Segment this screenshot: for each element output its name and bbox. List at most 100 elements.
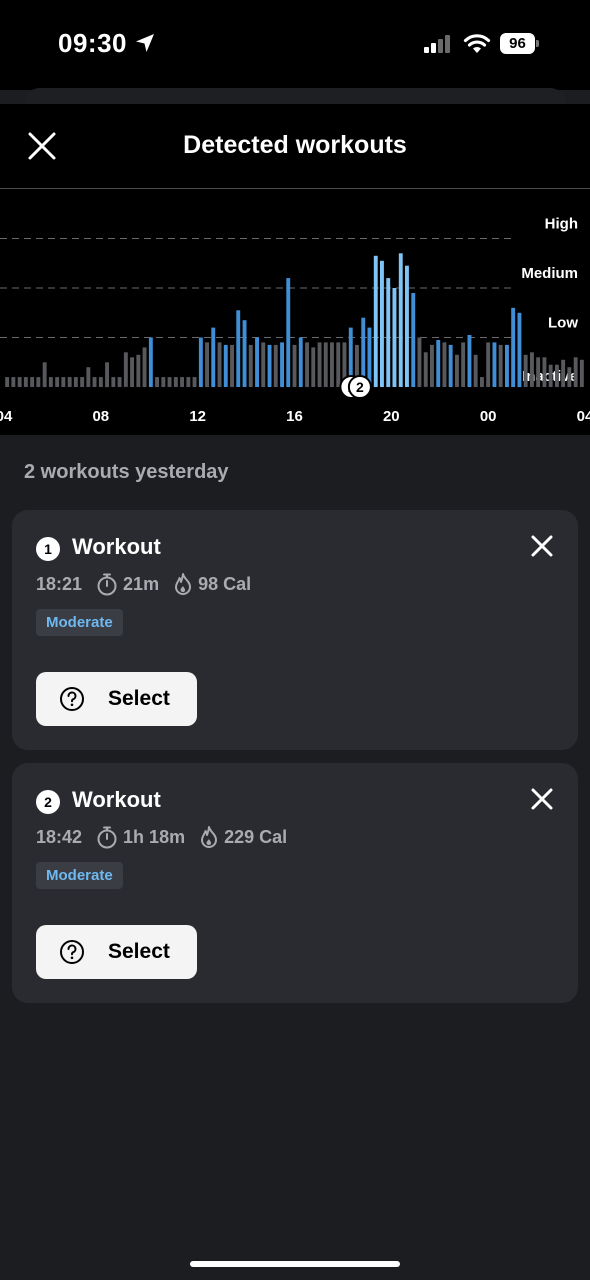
status-bar: 09:30 96 bbox=[0, 0, 590, 90]
activity-bar bbox=[92, 377, 97, 387]
activity-bar bbox=[248, 344, 253, 387]
activity-bar bbox=[405, 265, 409, 387]
activity-bar bbox=[436, 340, 441, 387]
activity-bar bbox=[73, 377, 78, 387]
activity-bar bbox=[142, 347, 147, 387]
activity-bar bbox=[161, 377, 166, 387]
activity-bar bbox=[261, 342, 266, 387]
activity-bar bbox=[192, 377, 197, 387]
activity-bar bbox=[480, 377, 484, 387]
x-tick-label: 08 bbox=[92, 408, 109, 425]
workout-card[interactable]: 1 Workout 18:21 21m 98 Cal Moderate Sele… bbox=[12, 510, 578, 750]
modal-header: Detected workouts bbox=[0, 104, 590, 188]
activity-bar bbox=[217, 342, 222, 387]
activity-chart: InactiveLowMediumHigh0408121620000412 bbox=[0, 189, 590, 435]
location-arrow-icon bbox=[136, 34, 154, 52]
activity-bar bbox=[442, 342, 447, 387]
activity-bar bbox=[298, 337, 303, 387]
battery-cap bbox=[536, 40, 539, 47]
activity-bar bbox=[86, 367, 91, 387]
activity-bar bbox=[186, 377, 191, 387]
wifi-icon bbox=[463, 34, 491, 53]
workout-meta: 18:21 21m 98 Cal bbox=[36, 572, 251, 596]
stopwatch-icon bbox=[97, 573, 117, 596]
activity-bar bbox=[205, 342, 209, 387]
x-tick-label: 12 bbox=[189, 408, 206, 425]
select-workout-button[interactable]: Select bbox=[36, 672, 197, 726]
battery-level: 96 bbox=[500, 33, 535, 54]
select-button-label: Select bbox=[108, 940, 170, 963]
activity-bar bbox=[98, 377, 103, 387]
activity-bar bbox=[180, 377, 184, 387]
home-indicator[interactable] bbox=[190, 1261, 400, 1267]
activity-bar bbox=[517, 312, 522, 388]
activity-bar bbox=[242, 320, 247, 387]
activity-bar bbox=[173, 377, 178, 387]
activity-bar bbox=[17, 377, 22, 387]
activity-bar bbox=[311, 347, 316, 387]
workout-calories: 229 Cal bbox=[224, 826, 288, 847]
activity-bar bbox=[111, 377, 116, 387]
workout-meta: 18:42 1h 18m 229 Cal bbox=[36, 825, 287, 849]
activity-bar bbox=[523, 354, 528, 387]
activity-bar bbox=[61, 377, 66, 387]
dismiss-workout-icon[interactable] bbox=[528, 532, 556, 560]
activity-bar bbox=[486, 342, 491, 387]
y-level-label: Medium bbox=[521, 265, 578, 282]
activity-chart-svg: InactiveLowMediumHigh0408121620000412 bbox=[0, 216, 590, 425]
workout-duration: 1h 18m bbox=[123, 826, 186, 847]
workout-title: Workout bbox=[72, 534, 161, 559]
activity-bar bbox=[255, 337, 259, 387]
question-circle-icon bbox=[60, 687, 84, 711]
x-tick-label: 04 bbox=[577, 408, 590, 425]
flame-icon bbox=[175, 573, 192, 595]
activity-bar bbox=[80, 377, 85, 387]
activity-bar bbox=[386, 278, 391, 387]
activity-bar bbox=[236, 310, 241, 387]
workout-start-time: 18:21 bbox=[36, 573, 83, 594]
workout-start-time: 18:42 bbox=[36, 826, 83, 847]
activity-bar bbox=[573, 357, 578, 387]
activity-bar bbox=[467, 335, 472, 387]
y-level-label: Low bbox=[548, 315, 578, 332]
activity-bar bbox=[542, 357, 547, 387]
activity-bar bbox=[411, 293, 416, 387]
activity-bar bbox=[67, 377, 72, 387]
activity-bar bbox=[492, 342, 497, 387]
workout-duration: 21m bbox=[123, 573, 160, 594]
activity-bar bbox=[398, 253, 403, 387]
activity-bar bbox=[567, 367, 572, 387]
workouts-summary-label: 2 workouts yesterday bbox=[24, 461, 229, 483]
activity-bar bbox=[548, 364, 553, 387]
battery-indicator: 96 bbox=[500, 33, 539, 54]
activity-bar bbox=[48, 377, 53, 387]
activity-bar bbox=[505, 344, 509, 387]
question-circle-icon bbox=[60, 940, 84, 964]
x-tick-label: 00 bbox=[480, 408, 497, 425]
activity-bar bbox=[461, 342, 466, 387]
stopwatch-icon bbox=[97, 826, 117, 849]
activity-bar bbox=[448, 344, 453, 387]
dismiss-workout-icon[interactable] bbox=[528, 785, 556, 813]
x-tick-label: 16 bbox=[286, 408, 303, 425]
activity-bar bbox=[473, 354, 478, 387]
activity-bar bbox=[392, 288, 397, 387]
activity-bar bbox=[417, 337, 422, 387]
activity-bar bbox=[305, 342, 309, 387]
activity-bar bbox=[23, 377, 28, 387]
activity-bar bbox=[423, 352, 428, 387]
activity-bar bbox=[555, 364, 559, 387]
x-tick-label: 20 bbox=[383, 408, 400, 425]
workout-card[interactable]: 2 Workout 18:42 1h 18m 229 Cal Moderate … bbox=[12, 763, 578, 1003]
workout-number-badge: 1 bbox=[36, 537, 60, 561]
activity-bar bbox=[286, 278, 291, 387]
activity-bar bbox=[280, 342, 284, 387]
activity-bar bbox=[511, 307, 516, 387]
activity-bar bbox=[211, 327, 216, 387]
activity-bar bbox=[230, 344, 234, 387]
activity-bar bbox=[167, 377, 172, 387]
activity-bar bbox=[11, 377, 16, 387]
select-workout-button[interactable]: Select bbox=[36, 925, 197, 979]
activity-bar bbox=[380, 260, 384, 387]
activity-bar bbox=[155, 377, 159, 387]
